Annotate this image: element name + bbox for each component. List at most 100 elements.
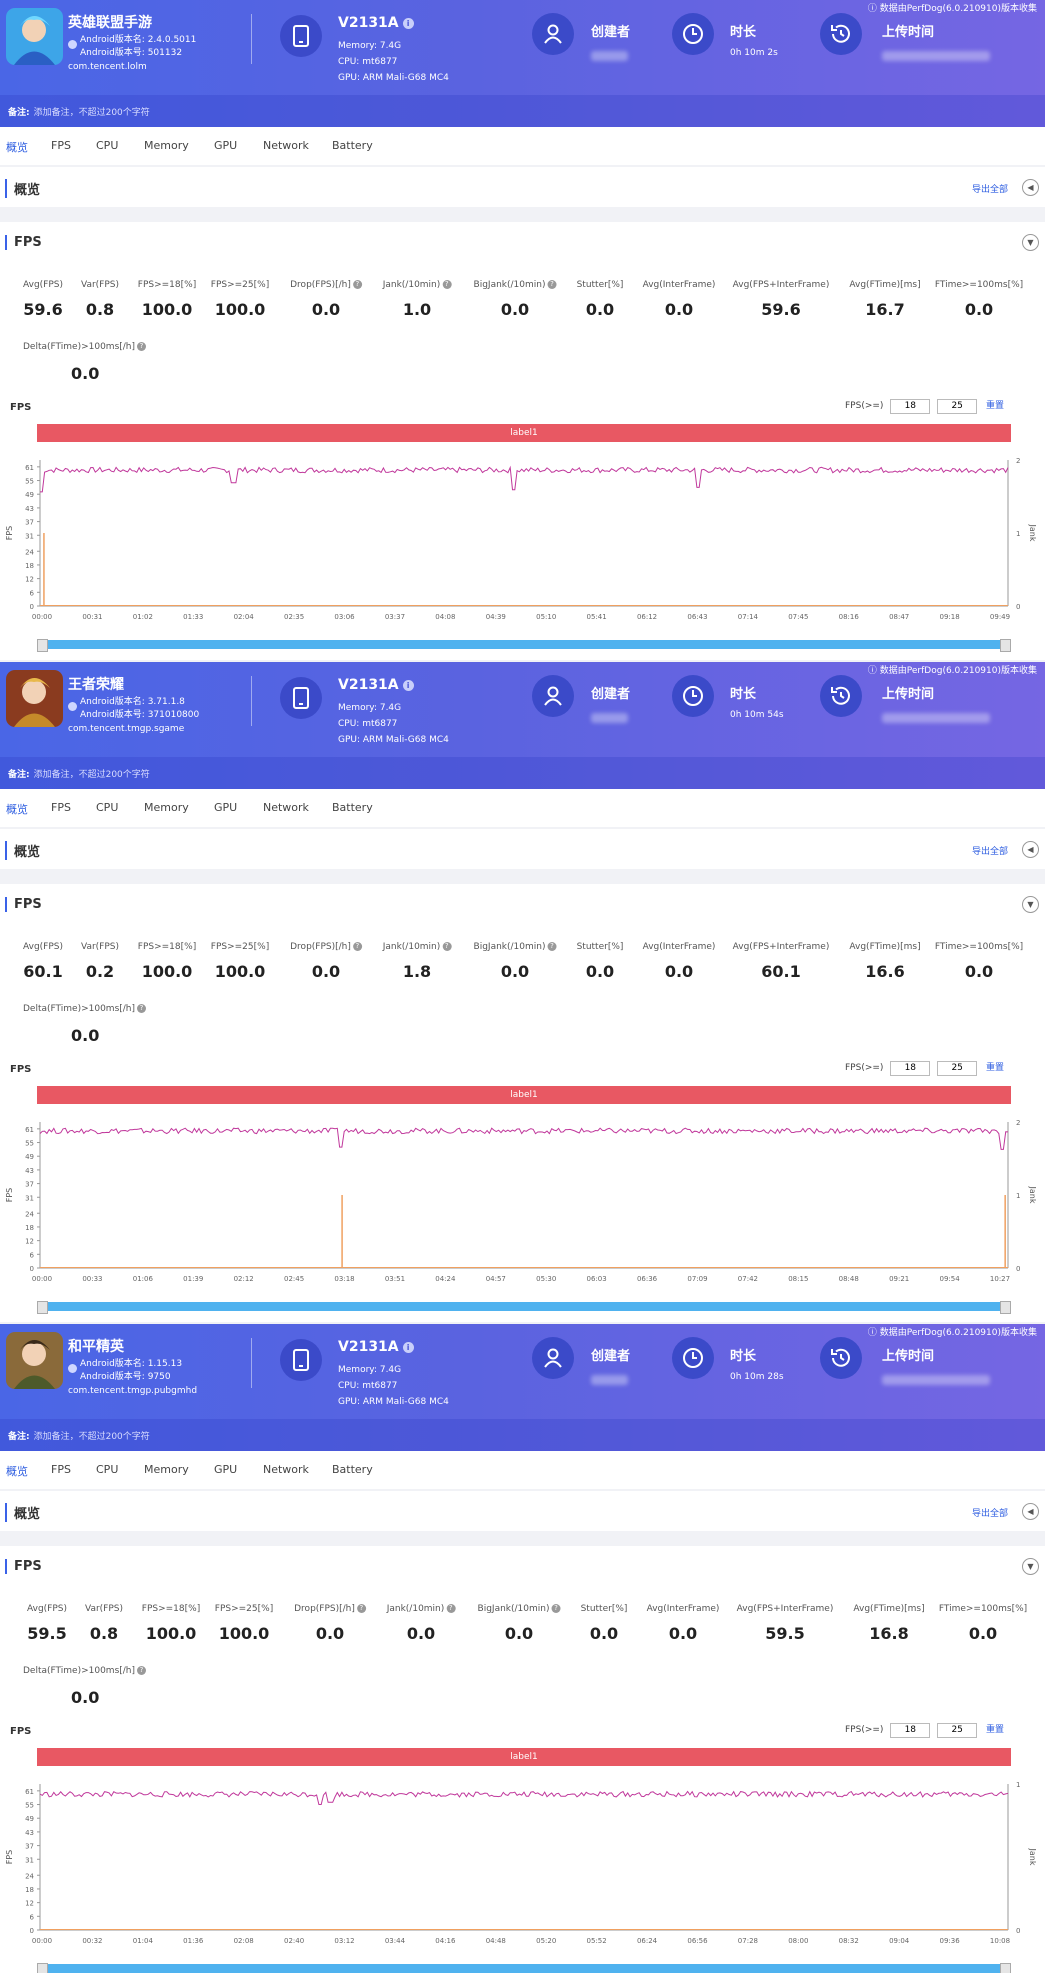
tab-network[interactable]: Network <box>263 1463 309 1476</box>
chevron-down-icon[interactable]: ▼ <box>1022 1558 1039 1575</box>
info-icon[interactable]: i <box>402 17 414 29</box>
delta-ftime-header: Delta(FTime)>100ms[/h]? <box>23 1666 147 1676</box>
help-icon[interactable]: ? <box>137 1004 147 1013</box>
metric-header: Avg(FPS+InterFrame) <box>732 280 830 290</box>
tab-gpu[interactable]: GPU <box>214 801 237 814</box>
note-bar[interactable]: 备注: 添加备注，不超过200个字符 <box>0 95 1045 127</box>
help-icon[interactable]: ? <box>551 1604 561 1613</box>
app-package: com.tencent.tmgp.pubgmhd <box>68 1386 198 1396</box>
chart-title: FPS <box>10 1726 32 1737</box>
metric-value: 16.8 <box>869 1624 909 1643</box>
chart-scrollbar[interactable] <box>37 639 1011 652</box>
collapse-left-icon[interactable]: ◀ <box>1022 179 1039 196</box>
metric-value: 0.0 <box>968 1624 998 1643</box>
threshold-low-input[interactable] <box>890 1060 931 1076</box>
tab-network[interactable]: Network <box>263 801 309 814</box>
tab-fps[interactable]: FPS <box>51 801 71 814</box>
x-tick-label: 06:56 <box>687 1937 708 1945</box>
delta-ftime-header: Delta(FTime)>100ms[/h]? <box>23 342 147 352</box>
tab-gpu[interactable]: GPU <box>214 1463 237 1476</box>
tab-overview[interactable]: 概览 <box>6 139 28 155</box>
y-tick-label: 12 <box>25 576 34 584</box>
threshold-high-input[interactable] <box>937 1060 978 1076</box>
metric-value: 0.0 <box>500 962 530 981</box>
tab-bar: 概览 FPS CPU Memory GPU Network Battery <box>0 127 1045 165</box>
tab-cpu[interactable]: CPU <box>96 1463 118 1476</box>
tab-fps[interactable]: FPS <box>51 1463 71 1476</box>
tab-memory[interactable]: Memory <box>144 139 189 152</box>
fps-threshold-controls: FPS(>=) 重置 <box>845 398 1004 414</box>
tab-memory[interactable]: Memory <box>144 801 189 814</box>
tab-gpu[interactable]: GPU <box>214 139 237 152</box>
y2-axis-label: Jank <box>1028 1848 1037 1866</box>
x-tick-label: 04:57 <box>486 1275 506 1283</box>
note-bar[interactable]: 备注: 添加备注，不超过200个字符 <box>0 1419 1045 1451</box>
history-icon <box>820 1337 862 1379</box>
info-icon[interactable]: i <box>402 679 414 691</box>
x-tick-label: 09:49 <box>990 613 1010 621</box>
help-icon[interactable]: ? <box>352 280 362 289</box>
chevron-down-icon[interactable]: ▼ <box>1022 234 1039 251</box>
duration-value: 0h 10m 54s <box>730 710 784 720</box>
y-axis-label: FPS <box>5 1850 14 1865</box>
y-tick-label: 43 <box>25 505 34 513</box>
x-tick-label: 05:30 <box>536 1275 556 1283</box>
label-bar[interactable]: label1 <box>37 1748 1011 1766</box>
info-icon[interactable]: i <box>402 1341 414 1353</box>
chart-scrollbar[interactable] <box>37 1301 1011 1314</box>
note-placeholder: 添加备注，不超过200个字符 <box>33 1432 150 1442</box>
export-all-link[interactable]: 导出全部 <box>972 182 1008 195</box>
tab-battery[interactable]: Battery <box>332 139 373 152</box>
label-bar[interactable]: label1 <box>37 1086 1011 1104</box>
chart-scrollbar[interactable] <box>37 1963 1011 1973</box>
tab-fps[interactable]: FPS <box>51 139 71 152</box>
tab-memory[interactable]: Memory <box>144 1463 189 1476</box>
threshold-high-input[interactable] <box>937 398 978 414</box>
y-tick-label: 55 <box>25 1802 34 1810</box>
help-icon[interactable]: ? <box>137 1666 147 1675</box>
help-icon[interactable]: ? <box>442 942 452 951</box>
export-all-link[interactable]: 导出全部 <box>972 1506 1008 1519</box>
collapse-left-icon[interactable]: ◀ <box>1022 1503 1039 1520</box>
collapse-left-icon[interactable]: ◀ <box>1022 841 1039 858</box>
note-bar[interactable]: 备注: 添加备注，不超过200个字符 <box>0 757 1045 789</box>
help-icon[interactable]: ? <box>137 342 147 351</box>
x-tick-label: 01:02 <box>133 613 153 621</box>
x-tick-label: 01:39 <box>183 1275 203 1283</box>
x-tick-label: 06:43 <box>687 613 707 621</box>
reset-button[interactable]: 重置 <box>986 1063 1004 1073</box>
threshold-high-input[interactable] <box>937 1722 978 1738</box>
note-label: 备注: <box>8 770 30 780</box>
tab-cpu[interactable]: CPU <box>96 801 118 814</box>
metric-header: Stutter[%] <box>576 280 624 290</box>
help-icon[interactable]: ? <box>356 1604 366 1613</box>
export-all-link[interactable]: 导出全部 <box>972 844 1008 857</box>
threshold-label: FPS(>=) <box>845 1063 884 1073</box>
y-tick-label: 18 <box>25 562 34 570</box>
tab-network[interactable]: Network <box>263 139 309 152</box>
tab-overview[interactable]: 概览 <box>6 1463 28 1479</box>
help-icon[interactable]: ? <box>446 1604 456 1613</box>
threshold-low-input[interactable] <box>890 398 931 414</box>
reset-button[interactable]: 重置 <box>986 401 1004 411</box>
label-bar[interactable]: label1 <box>37 424 1011 442</box>
help-icon[interactable]: ? <box>352 942 362 951</box>
y2-tick-label: 0 <box>1016 1927 1020 1935</box>
metric-value: 60.1 <box>23 962 63 981</box>
help-icon[interactable]: ? <box>442 280 452 289</box>
y-tick-label: 24 <box>25 1872 34 1880</box>
device-model: V2131A i <box>338 677 414 693</box>
tab-cpu[interactable]: CPU <box>96 139 118 152</box>
x-tick-label: 04:24 <box>435 1275 456 1283</box>
help-icon[interactable]: ? <box>547 280 557 289</box>
help-icon[interactable]: ? <box>547 942 557 951</box>
tab-battery[interactable]: Battery <box>332 801 373 814</box>
metric-value: 0.0 <box>585 300 615 319</box>
chevron-down-icon[interactable]: ▼ <box>1022 896 1039 913</box>
delta-ftime-value: 0.0 <box>71 364 100 383</box>
threshold-low-input[interactable] <box>890 1722 931 1738</box>
tab-overview[interactable]: 概览 <box>6 801 28 817</box>
reset-button[interactable]: 重置 <box>986 1725 1004 1735</box>
upload-time-label: 上传时间 <box>882 25 935 40</box>
tab-battery[interactable]: Battery <box>332 1463 373 1476</box>
